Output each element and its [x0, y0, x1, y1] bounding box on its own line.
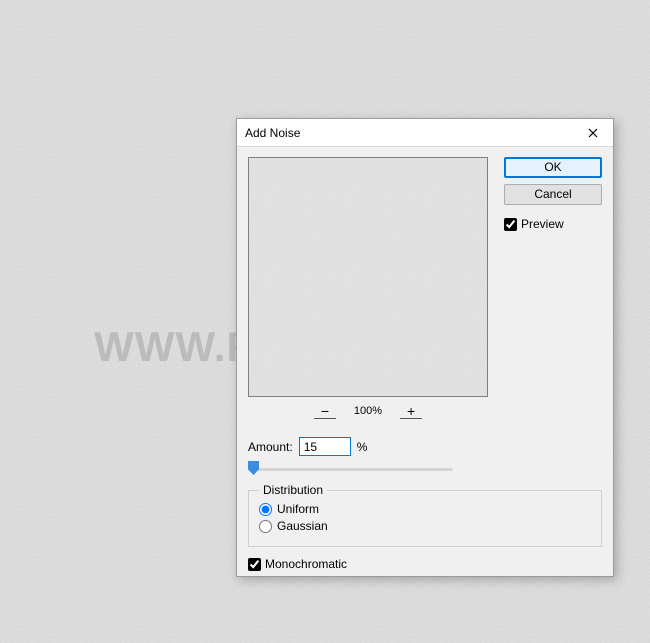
dialog-content: − 100% + OK Cancel Preview Amount:: [237, 147, 613, 581]
canvas-background: WWW.PSD-DUDE.com Add Noise − 100% +: [0, 0, 650, 643]
monochromatic-row[interactable]: Monochromatic: [248, 557, 602, 571]
amount-suffix: %: [357, 440, 368, 454]
uniform-label: Uniform: [277, 502, 319, 516]
amount-input[interactable]: [299, 437, 351, 456]
distribution-fieldset: Distribution Uniform Gaussian: [248, 490, 602, 547]
zoom-value: 100%: [354, 405, 382, 417]
dialog-side-buttons: OK Cancel Preview: [488, 157, 602, 231]
amount-row: Amount: %: [248, 437, 602, 456]
amount-label: Amount:: [248, 440, 293, 454]
dialog-title: Add Noise: [245, 126, 573, 140]
gaussian-radio-row[interactable]: Gaussian: [259, 519, 591, 533]
slider-thumb[interactable]: [248, 461, 259, 475]
monochromatic-label: Monochromatic: [265, 557, 347, 571]
preview-column: − 100% +: [248, 157, 488, 419]
uniform-radio[interactable]: [259, 503, 272, 516]
preview-checkbox-row[interactable]: Preview: [504, 217, 602, 231]
zoom-controls: − 100% +: [248, 403, 488, 419]
cancel-button[interactable]: Cancel: [504, 184, 602, 205]
zoom-in-button[interactable]: +: [400, 403, 422, 419]
close-icon: [588, 128, 598, 138]
monochromatic-checkbox[interactable]: [248, 558, 261, 571]
gaussian-radio[interactable]: [259, 520, 272, 533]
slider-track: [248, 468, 453, 471]
ok-button[interactable]: OK: [504, 157, 602, 178]
preview-noise: [249, 158, 487, 396]
close-button[interactable]: [573, 119, 613, 147]
dialog-titlebar[interactable]: Add Noise: [237, 119, 613, 147]
uniform-radio-row[interactable]: Uniform: [259, 502, 591, 516]
preview-checkbox[interactable]: [504, 218, 517, 231]
amount-slider[interactable]: [248, 460, 453, 478]
zoom-out-button[interactable]: −: [314, 403, 336, 419]
add-noise-dialog: Add Noise − 100% + OK: [236, 118, 614, 577]
distribution-legend: Distribution: [259, 483, 327, 497]
preview-thumbnail[interactable]: [248, 157, 488, 397]
preview-checkbox-label: Preview: [521, 217, 564, 231]
gaussian-label: Gaussian: [277, 519, 328, 533]
